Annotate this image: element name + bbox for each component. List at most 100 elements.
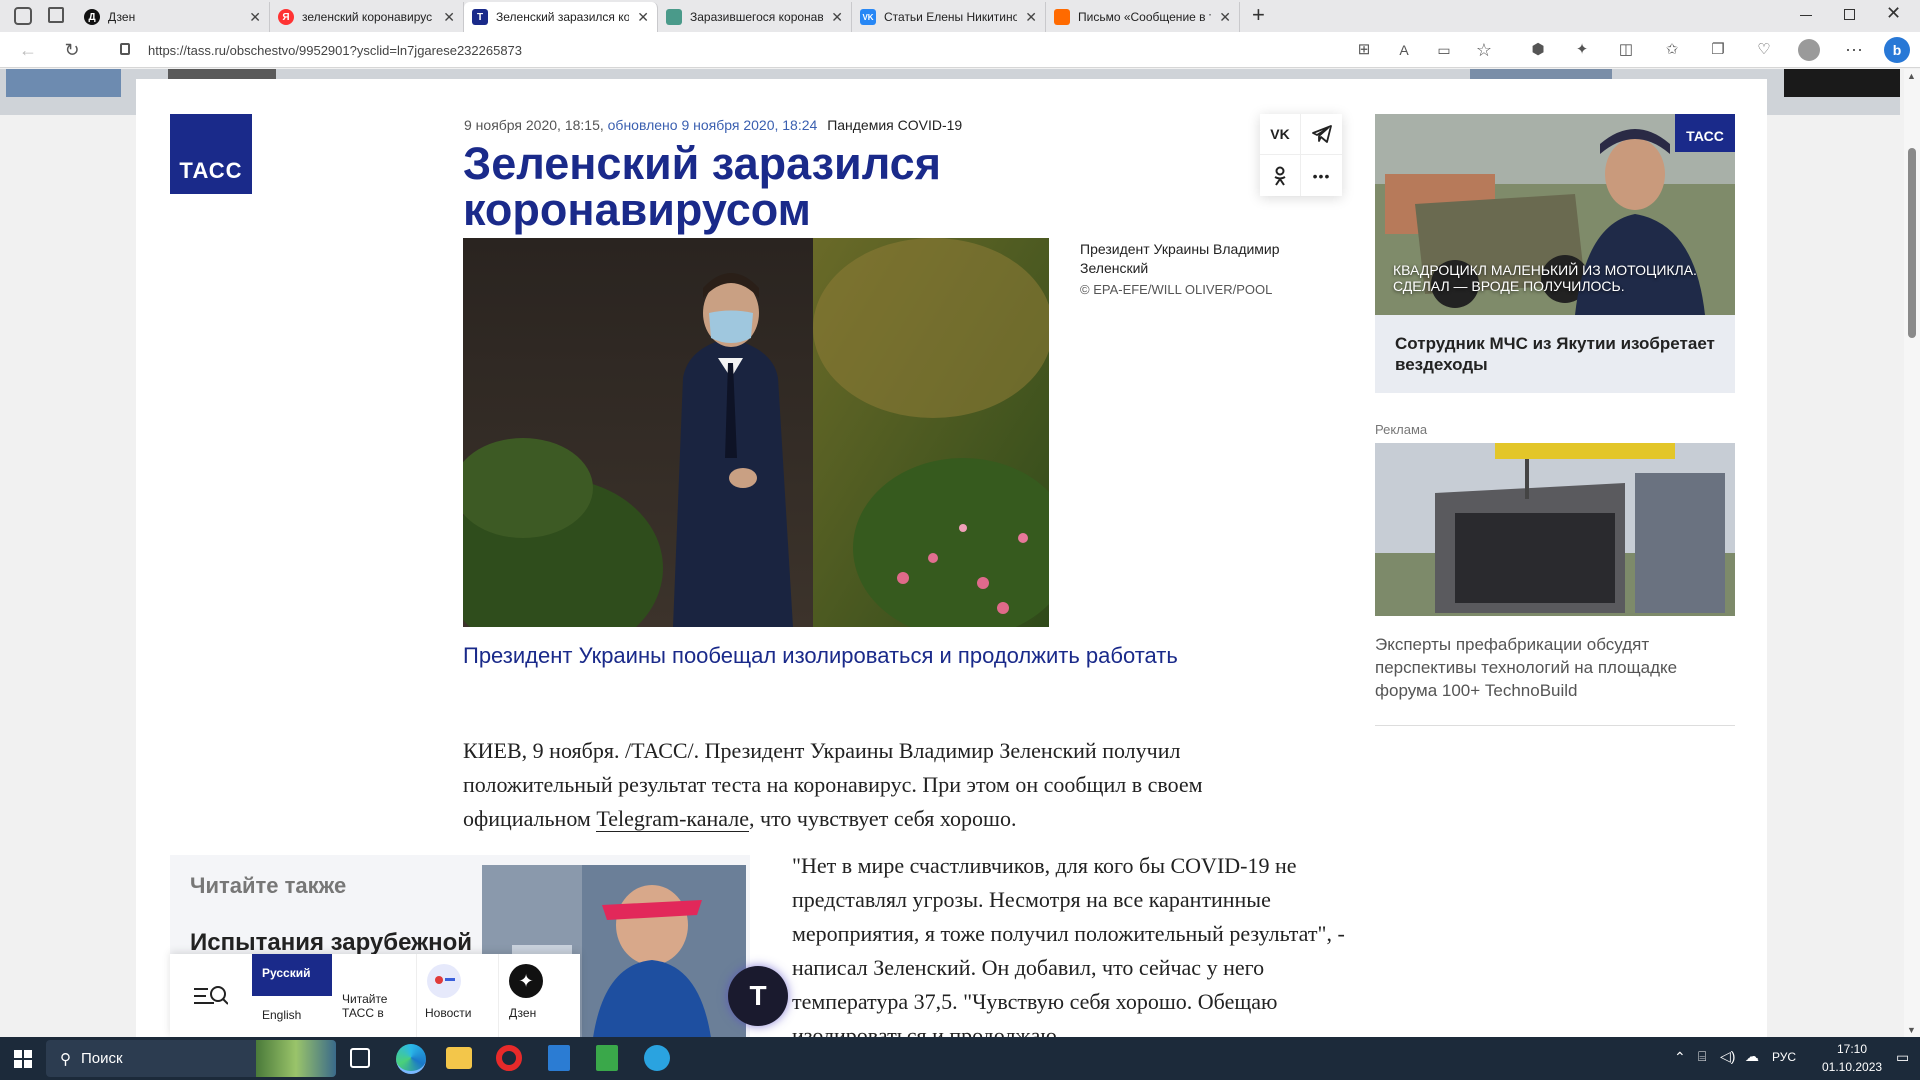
tab-dzen[interactable]: Д Дзен ✕ xyxy=(76,2,270,32)
collections-icon[interactable]: ❐ xyxy=(1706,38,1730,62)
spreadsheet-taskbar-icon[interactable] xyxy=(596,1045,618,1071)
tab-close-icon[interactable]: ✕ xyxy=(1025,9,1037,26)
tab-title: зеленский коронавирус — Яндекс xyxy=(302,10,435,24)
tab-actions-icon[interactable] xyxy=(48,7,64,23)
read-aloud-icon[interactable]: A xyxy=(1392,38,1416,62)
favorites-icon[interactable]: ✩ xyxy=(1660,38,1684,62)
share-ok-button[interactable] xyxy=(1260,155,1301,196)
sidebar-divider xyxy=(1375,725,1735,726)
favorite-star-icon[interactable]: ☆ xyxy=(1472,38,1496,62)
url-text: https://tass.ru/obschestvo/9952901?yscli… xyxy=(148,42,523,58)
settings-more-icon[interactable]: ⋯ xyxy=(1842,38,1866,62)
word-doc-taskbar-icon[interactable] xyxy=(548,1045,570,1071)
tab-close-icon[interactable]: ✕ xyxy=(249,9,261,26)
telegram-channel-link[interactable]: Telegram-канале xyxy=(596,806,749,832)
refresh-icon[interactable]: ↻ xyxy=(60,38,84,62)
scroll-down-icon[interactable]: ▼ xyxy=(1907,1025,1916,1035)
bing-copilot-icon[interactable]: b xyxy=(1884,37,1910,63)
tab-title: Заразившегося коронавирусом xyxy=(690,10,824,24)
tab-close-icon[interactable]: ✕ xyxy=(1219,9,1231,26)
lang-ru-button[interactable]: Русский xyxy=(252,954,332,996)
task-view-icon[interactable] xyxy=(350,1048,370,1068)
article-meta: 9 ноября 2020, 18:15, обновлено 9 ноября… xyxy=(464,117,962,133)
scrollbar-thumb[interactable] xyxy=(1908,148,1916,338)
ad-title[interactable]: Эксперты префабрикации обсудят перспекти… xyxy=(1375,633,1715,702)
lang-en-label: English xyxy=(262,1008,302,1022)
ad-image[interactable] xyxy=(1375,443,1735,616)
menu-search-button[interactable] xyxy=(170,954,252,1037)
photo-credit: © EPA-EFE/WILL OLIVER/POOL xyxy=(1080,282,1273,297)
promo-overlay-text: КВАДРОЦИКЛ МАЛЕНЬКИЙ ИЗ МОТОЦИКЛА. СДЕЛА… xyxy=(1393,262,1697,294)
new-tab-icon[interactable]: + xyxy=(1252,2,1265,28)
share-telegram-button[interactable] xyxy=(1301,114,1342,155)
tray-chevron-icon[interactable]: ⌃ xyxy=(1674,1049,1686,1066)
telegram-icon xyxy=(1311,125,1332,143)
tass-logo[interactable]: ТАСС xyxy=(170,114,252,194)
tab-close-icon[interactable]: ✕ xyxy=(443,9,455,26)
tab-close-icon[interactable]: ✕ xyxy=(637,9,649,26)
input-language[interactable]: РУС xyxy=(1772,1050,1796,1064)
scroll-up-icon[interactable]: ▲ xyxy=(1907,71,1916,81)
windows-logo-pane xyxy=(24,1050,32,1058)
sidebar-promo-card[interactable]: КВАДРОЦИКЛ МАЛЕНЬКИЙ ИЗ МОТОЦИКЛА. СДЕЛА… xyxy=(1375,114,1735,393)
lang-en-button[interactable]: English xyxy=(252,996,332,1037)
performance-icon[interactable]: ♡ xyxy=(1752,38,1776,62)
start-button[interactable] xyxy=(14,1050,32,1068)
dzen-app-button[interactable]: ✦ Дзен xyxy=(498,954,580,1037)
apps-icon[interactable]: ⊞ xyxy=(1352,38,1376,62)
rubric-link[interactable]: Пандемия COVID-19 xyxy=(827,117,962,133)
tab-vk-articles[interactable]: VK Статьи Елены Никитиной ✕ xyxy=(852,2,1046,32)
clock-date[interactable]: 01.10.2023 xyxy=(1822,1060,1882,1074)
article-photo[interactable] xyxy=(463,238,1049,627)
telegram-floating-button[interactable]: T xyxy=(728,966,788,1026)
notifications-icon[interactable]: ▭ xyxy=(1896,1049,1909,1066)
promo-title: Сотрудник МЧС из Якутии изобретает везде… xyxy=(1395,334,1715,374)
clock-time[interactable]: 17:10 xyxy=(1822,1042,1882,1056)
page-favicon-icon xyxy=(666,9,682,25)
share-more-button[interactable]: ••• xyxy=(1301,155,1342,196)
ad-label: Реклама xyxy=(1375,422,1428,437)
extension-icon[interactable]: ⬢ xyxy=(1526,38,1550,62)
telegram-taskbar-icon[interactable] xyxy=(644,1045,670,1071)
lang-ru-label: Русский xyxy=(262,966,311,980)
workspaces-icon[interactable] xyxy=(14,7,32,25)
tray-onedrive-icon[interactable]: ☁ xyxy=(1745,1048,1759,1065)
tray-network-icon[interactable]: ⌸ xyxy=(1698,1048,1706,1065)
split-screen-icon[interactable]: ◫ xyxy=(1614,38,1638,62)
close-window-icon[interactable]: ✕ xyxy=(1886,3,1901,24)
tab-title: Зеленский заразился коронавирусом xyxy=(496,10,630,24)
article-paragraph: "Нет в мире счастливчиков, для кого бы C… xyxy=(792,853,1345,1037)
explorer-taskbar-icon[interactable] xyxy=(446,1047,472,1069)
share-vk-button[interactable]: VK xyxy=(1260,114,1301,155)
more-icon: ••• xyxy=(1312,167,1331,184)
tab-mail[interactable]: Письмо «Сообщение в теме: З ✕ xyxy=(1046,2,1240,32)
taskbar-search[interactable]: ⚲ Поиск xyxy=(46,1040,336,1077)
tab-title: Дзен xyxy=(108,10,136,24)
extensions-puzzle-icon[interactable]: ✦ xyxy=(1570,38,1594,62)
reader-mode-icon[interactable]: ▭ xyxy=(1432,38,1456,62)
tab-tass-article[interactable]: T Зеленский заразился коронавирусом ✕ xyxy=(464,2,658,32)
profile-avatar[interactable] xyxy=(1798,39,1820,61)
tass-favicon-icon: T xyxy=(472,9,488,25)
windows-logo-pane xyxy=(14,1060,22,1068)
dzen-label: Дзен xyxy=(509,1006,537,1020)
news-app-button[interactable]: Новости xyxy=(416,954,498,1037)
tab-infected[interactable]: Заразившегося коронавирусом ✕ xyxy=(658,2,852,32)
search-icon: ⚲ xyxy=(60,1050,71,1068)
minimize-icon[interactable] xyxy=(1800,15,1812,16)
vk-icon: VK xyxy=(1270,126,1290,142)
restore-icon[interactable] xyxy=(1844,9,1855,20)
opera-taskbar-icon[interactable] xyxy=(496,1045,522,1071)
odnoklassniki-icon xyxy=(1274,166,1286,186)
url-field[interactable]: https://tass.ru/obschestvo/9952901?yscli… xyxy=(104,36,1344,64)
edge-taskbar-icon[interactable] xyxy=(396,1044,426,1074)
tab-yandex-search[interactable]: Я зеленский коронавирус — Яндекс ✕ xyxy=(270,2,464,32)
tab-close-icon[interactable]: ✕ xyxy=(831,9,843,26)
vk-favicon-icon: VK xyxy=(860,9,876,25)
publish-date: 9 ноября 2020, 18:15, xyxy=(464,117,604,133)
back-icon[interactable]: ← xyxy=(16,38,40,62)
tray-volume-icon[interactable]: ◁) xyxy=(1720,1048,1735,1065)
search-highlight-image xyxy=(256,1040,336,1077)
tab-title: Письмо «Сообщение в теме: З xyxy=(1078,10,1211,24)
promo-badge: ТАСС xyxy=(1675,114,1735,152)
